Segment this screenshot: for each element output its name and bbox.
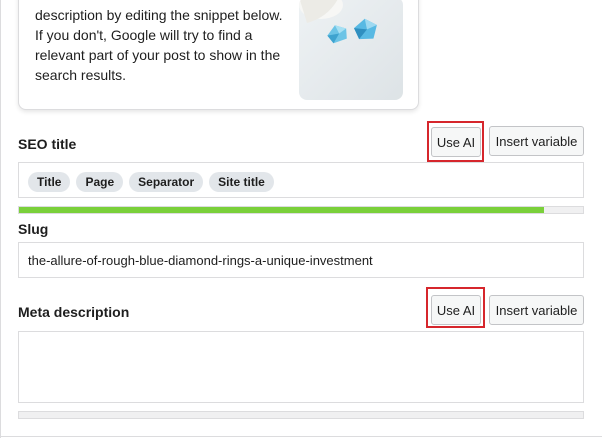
seo-title-use-ai-button[interactable]: Use AI <box>431 127 481 157</box>
variable-chip-site-title[interactable]: Site title <box>209 172 274 192</box>
seo-title-label: SEO title <box>18 136 77 152</box>
meta-description-textarea[interactable] <box>18 331 584 403</box>
seo-title-progress-bar <box>18 206 584 214</box>
blue-diamonds-image <box>299 0 377 44</box>
snippet-description: description by editing the snippet below… <box>35 7 283 83</box>
snippet-image <box>299 0 403 100</box>
meta-description-progress-bar <box>18 411 584 419</box>
meta-description-use-ai-button[interactable]: Use AI <box>431 295 481 325</box>
variable-chip-title[interactable]: Title <box>28 172 71 192</box>
seo-title-insert-variable-button[interactable]: Insert variable <box>489 126 584 156</box>
snippet-preview-card: description by editing the snippet below… <box>18 0 419 110</box>
panel-border-bottom <box>0 436 602 437</box>
seo-title-input[interactable]: Title Page Separator Site title <box>18 162 584 198</box>
slug-input[interactable]: the-allure-of-rough-blue-diamond-rings-a… <box>18 242 584 278</box>
meta-description-insert-variable-button[interactable]: Insert variable <box>489 295 584 325</box>
seo-title-progress-fill <box>19 207 544 213</box>
slug-label: Slug <box>18 221 49 237</box>
meta-description-label: Meta description <box>18 304 130 320</box>
variable-chip-separator[interactable]: Separator <box>129 172 204 192</box>
slug-value: the-allure-of-rough-blue-diamond-rings-a… <box>28 253 373 268</box>
panel-border <box>0 0 1 438</box>
variable-chip-page[interactable]: Page <box>76 172 124 192</box>
